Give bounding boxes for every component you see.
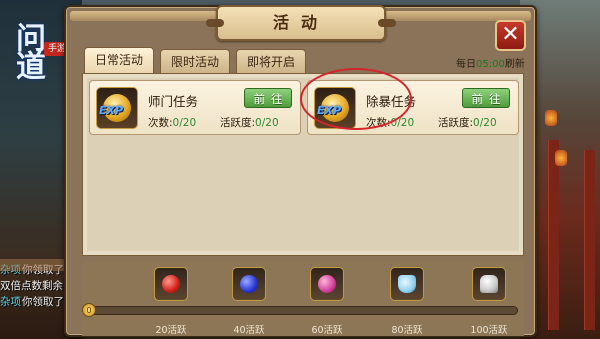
annotation-circle [300,68,412,130]
activity-progress-bar [88,306,518,315]
reward-label-100: 100活跃 [470,325,508,336]
reward-label-80: 80活跃 [391,325,423,336]
go-button[interactable]: 前往 [462,88,510,108]
activity-points-label: 活跃度: [220,117,256,129]
progress-start-marker: 0 [82,303,96,317]
count-label: 次数: [148,117,173,129]
activity-dialog: 活动 ✕ 日常活动 限时活动 即将开启 每日05:00刷新 EXP 师门任务 前… [64,5,537,337]
activity-count: 次数:0/20 [148,115,196,130]
close-button[interactable]: ✕ [495,20,526,51]
tab-daily-activities[interactable]: 日常活动 [84,47,155,73]
chat-message: 你领取了 [22,296,64,308]
tab-bar: 日常活动 限时活动 即将开启 [84,47,307,73]
daily-refresh-time: 05:00 [476,59,505,70]
close-icon: ✕ [501,22,520,47]
chat-message: 双倍点数剩余 [0,280,63,292]
activity-points-value: 0/20 [473,117,497,129]
activity-points: 活跃度:0/20 [438,115,497,130]
reward-chest-100[interactable] [472,267,506,301]
game-logo-text: 问道 [10,22,45,78]
reward-chest-40[interactable] [232,267,266,301]
count-value: 0/20 [172,117,197,129]
reward-chest-60[interactable] [310,267,344,301]
go-button[interactable]: 前往 [244,88,292,108]
pink-gems-icon [318,275,336,293]
reward-chest-80[interactable] [390,267,424,301]
activity-card-master-quest[interactable]: EXP 师门任务 前往 次数:0/20 活跃度:0/20 [89,80,301,135]
reward-label-20: 20活跃 [155,325,187,336]
daily-refresh-suffix: 刷新 [504,59,525,70]
dialog-title: 活动 [272,13,329,32]
activity-points-label: 活跃度: [438,117,474,129]
reward-label-40: 40活跃 [233,325,265,336]
tab-limited-activities[interactable]: 限时活动 [160,49,231,73]
tab-coming-soon[interactable]: 即将开启 [236,49,307,73]
potion-bottle-icon [398,275,416,293]
activity-reward-track: 0 20活跃 40活跃 60活跃 80活跃 100活跃 [82,261,524,336]
red-gem-icon [162,275,180,293]
silver-ingot-icon [480,275,498,293]
blue-gem-icon [240,275,258,293]
daily-refresh-note: 每日05:00刷新 [456,55,525,70]
activity-points-value: 0/20 [255,117,279,129]
chat-channel-tag: 杂项 [0,296,21,308]
activity-name: 师门任务 [148,94,199,109]
daily-refresh-prefix: 每日 [456,59,476,70]
title-plate: 活动 [206,5,396,41]
activity-points: 活跃度:0/20 [220,115,279,130]
game-logo: 问道 手游 [6,8,70,100]
reward-label-60: 60活跃 [311,325,343,336]
reward-chest-20[interactable] [154,267,188,301]
exp-coin-icon: EXP [96,87,138,129]
